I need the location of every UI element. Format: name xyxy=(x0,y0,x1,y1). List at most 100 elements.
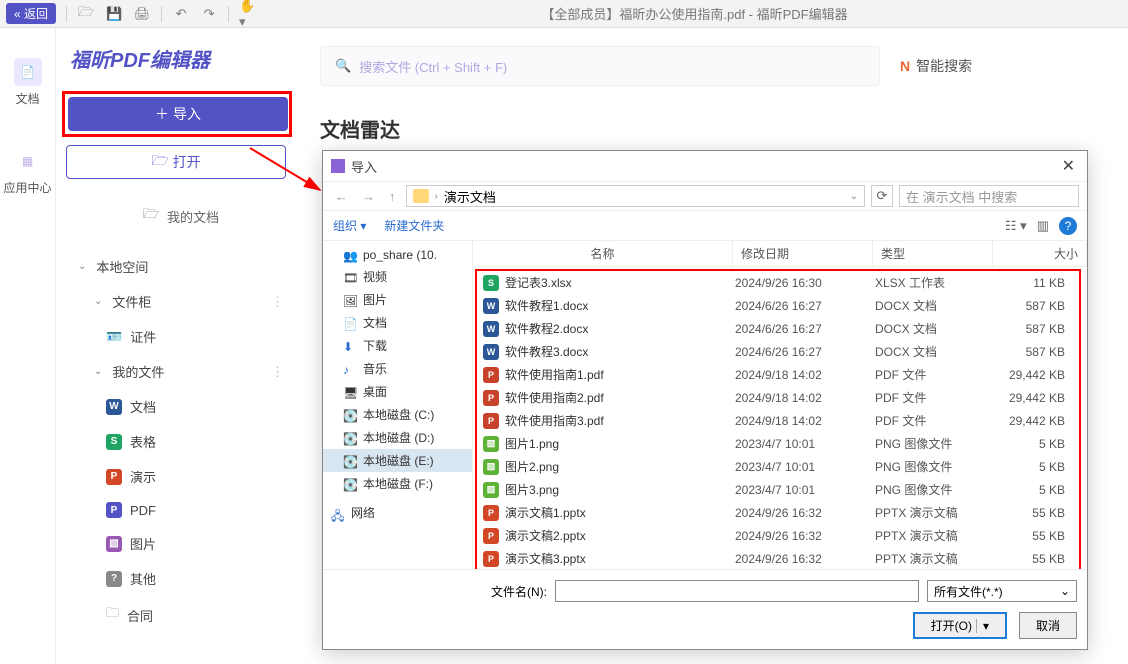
dialog-nav: ← → ↑ › 演示文档 ⌄ ⟳ 在 演示文档 中搜索 xyxy=(323,181,1087,211)
dialog-close-button[interactable]: ✕ xyxy=(1058,156,1079,176)
print-icon[interactable]: 🖨 xyxy=(133,5,151,23)
organize-menu[interactable]: 组织 ▾ xyxy=(333,217,366,234)
tree-po-share[interactable]: 👥po_share (10. xyxy=(323,245,472,265)
search-input[interactable]: 🔍 搜索文件 (Ctrl + Shift + F) xyxy=(320,46,880,86)
file-row[interactable]: ▧图片2.png2023/4/7 10:01PNG 图像文件5 KB xyxy=(477,455,1079,478)
chevron-down-icon: ▾ xyxy=(976,619,989,633)
docs-icon: 📄 xyxy=(343,317,357,329)
app-logo: 福昕PDF编辑器 xyxy=(66,44,296,73)
music-icon: ♪ xyxy=(343,363,357,375)
rail-apps-label: 应用中心 xyxy=(3,179,51,196)
save-icon[interactable]: 💾 xyxy=(105,5,123,23)
network-icon: 🖧 xyxy=(331,507,345,519)
nav-cabinet[interactable]: ⌄文件柜⋮ xyxy=(66,284,296,319)
file-row[interactable]: P软件使用指南2.pdf2024/9/18 14:02PDF 文件29,442 … xyxy=(477,386,1079,409)
file-row[interactable]: ▧图片1.png2023/4/7 10:01PNG 图像文件5 KB xyxy=(477,432,1079,455)
nav-slide[interactable]: P演示 xyxy=(66,459,296,494)
file-row[interactable]: P软件使用指南1.pdf2024/9/18 14:02PDF 文件29,442 … xyxy=(477,363,1079,386)
file-row[interactable]: W软件教程3.docx2024/6/26 16:27DOCX 文档587 KB xyxy=(477,340,1079,363)
file-row[interactable]: W软件教程2.docx2024/6/26 16:27DOCX 文档587 KB xyxy=(477,317,1079,340)
nav-forward-icon[interactable]: → xyxy=(358,189,379,204)
nav-local[interactable]: ⌄本地空间 xyxy=(66,249,296,284)
dialog-app-icon xyxy=(331,159,345,173)
dialog-cancel-button[interactable]: 取消 xyxy=(1019,612,1077,639)
col-date[interactable]: 修改日期 xyxy=(733,241,873,266)
disk-icon: 💽 xyxy=(343,409,357,421)
tree-desktop[interactable]: 🖥桌面 xyxy=(323,380,472,403)
refresh-button[interactable]: ⟳ xyxy=(871,185,893,207)
tree-disk-d[interactable]: 💽本地磁盘 (D:) xyxy=(323,426,472,449)
tree-docs[interactable]: 📄文档 xyxy=(323,311,472,334)
video-icon: 🎞 xyxy=(343,271,357,283)
filter-dropdown[interactable]: 所有文件(*.*)⌄ xyxy=(927,580,1077,602)
nav-pdf[interactable]: PPDF xyxy=(66,494,296,526)
import-dialog: 导入 ✕ ← → ↑ › 演示文档 ⌄ ⟳ 在 演示文档 中搜索 组织 ▾ 新建… xyxy=(322,150,1088,650)
col-type[interactable]: 类型 xyxy=(873,241,993,266)
hand-tool-icon[interactable]: ✋▾ xyxy=(239,5,257,23)
document-icon: 📄 xyxy=(14,58,42,86)
undo-icon[interactable]: ↶ xyxy=(172,5,190,23)
file-row[interactable]: W软件教程1.docx2024/6/26 16:27DOCX 文档587 KB xyxy=(477,294,1079,317)
nav-myfiles[interactable]: ⌄我的文件⋮ xyxy=(66,354,296,389)
file-row[interactable]: P演示文稿2.pptx2024/9/26 16:32PPTX 演示文稿55 KB xyxy=(477,524,1079,547)
nav-sheet[interactable]: S表格 xyxy=(66,424,296,459)
col-name[interactable]: 名称 xyxy=(473,241,733,266)
breadcrumb-current: 演示文档 xyxy=(444,187,496,206)
open-button[interactable]: 🗁 打开 xyxy=(66,145,286,179)
folder-open-icon[interactable]: 🗁 xyxy=(77,5,95,23)
smart-search-button[interactable]: N 智能搜索 xyxy=(900,56,972,76)
apps-icon: ▦ xyxy=(13,147,41,175)
tree-disk-f[interactable]: 💽本地磁盘 (F:) xyxy=(323,472,472,495)
nav-mydocs[interactable]: 🗁 我的文档 xyxy=(66,197,296,235)
file-list: 名称 修改日期 类型 大小 S登记表3.xlsx2024/9/26 16:30X… xyxy=(473,241,1087,569)
chevron-down-icon[interactable]: ⌄ xyxy=(850,191,858,202)
dialog-search-input[interactable]: 在 演示文档 中搜索 xyxy=(899,185,1079,207)
nav-other[interactable]: ?其他 xyxy=(66,561,296,596)
tree-music[interactable]: ♪音乐 xyxy=(323,357,472,380)
file-list-header[interactable]: 名称 修改日期 类型 大小 xyxy=(473,241,1087,267)
preview-pane-button[interactable]: ▥ xyxy=(1037,218,1049,234)
nav-back-icon[interactable]: ← xyxy=(331,189,352,204)
nav-up-icon[interactable]: ↑ xyxy=(385,189,400,204)
tree-disk-c[interactable]: 💽本地磁盘 (C:) xyxy=(323,403,472,426)
tree-video[interactable]: 🎞视频 xyxy=(323,265,472,288)
chevron-down-icon: ⌄ xyxy=(1060,584,1070,598)
filename-label: 文件名(N): xyxy=(491,583,547,600)
download-icon: ⬇ xyxy=(343,340,357,352)
filename-input[interactable] xyxy=(555,580,919,602)
col-size[interactable]: 大小 xyxy=(993,241,1087,266)
file-row[interactable]: ▧图片3.png2023/4/7 10:01PNG 图像文件5 KB xyxy=(477,478,1079,501)
sidebar: 福昕PDF编辑器 ＋ 导入 🗁 打开 🗁 我的文档 ⌄本地空间 ⌄文件柜⋮ 🪪 … xyxy=(56,28,306,664)
nav-contract[interactable]: 🗀合同 xyxy=(66,596,296,634)
window-toolbar: « 返回 🗁 💾 🖨 ↶ ↷ ✋▾ 【全部成员】福昕办公使用指南.pdf - 福… xyxy=(0,0,1128,28)
help-icon[interactable]: ? xyxy=(1059,217,1077,235)
rail-apps[interactable]: ▦ 应用中心 xyxy=(3,147,51,196)
view-mode-button[interactable]: ☷ ▾ xyxy=(1005,218,1027,234)
file-row[interactable]: S登记表3.xlsx2024/9/26 16:30XLSX 工作表11 KB xyxy=(477,271,1079,294)
file-row[interactable]: P软件使用指南3.pdf2024/9/18 14:02PDF 文件29,442 … xyxy=(477,409,1079,432)
dialog-footer: 文件名(N): 所有文件(*.*)⌄ 打开(O) ▾ 取消 xyxy=(323,569,1087,649)
tree-network[interactable]: 🖧网络 xyxy=(323,501,472,524)
import-button[interactable]: ＋ 导入 xyxy=(68,97,288,131)
image-icon: 🖼 xyxy=(343,294,357,306)
nav-image[interactable]: ▧图片 xyxy=(66,526,296,561)
redo-icon[interactable]: ↷ xyxy=(200,5,218,23)
tree-download[interactable]: ⬇下载 xyxy=(323,334,472,357)
dialog-open-button[interactable]: 打开(O) ▾ xyxy=(913,612,1007,639)
newfolder-button[interactable]: 新建文件夹 xyxy=(384,217,444,234)
file-row[interactable]: P演示文稿1.pptx2024/9/26 16:32PPTX 演示文稿55 KB xyxy=(477,501,1079,524)
folder-icon xyxy=(413,189,429,203)
nav-cert[interactable]: 🪪 证件 xyxy=(66,319,296,354)
dialog-title: 导入 xyxy=(351,157,377,176)
tree-image[interactable]: 🖼图片 xyxy=(323,288,472,311)
rail-docs[interactable]: 📄 文档 xyxy=(14,58,42,107)
back-button[interactable]: « 返回 xyxy=(6,3,56,24)
file-row[interactable]: P演示文稿3.pptx2024/9/26 16:32PPTX 演示文稿55 KB xyxy=(477,547,1079,569)
highlight-import: ＋ 导入 xyxy=(62,91,292,137)
dialog-titlebar: 导入 ✕ xyxy=(323,151,1087,181)
smart-search-label: 智能搜索 xyxy=(916,56,972,76)
nav-word[interactable]: W文档 xyxy=(66,389,296,424)
section-radar-title: 文档雷达 xyxy=(320,114,1128,143)
tree-disk-e[interactable]: 💽本地磁盘 (E:) xyxy=(323,449,472,472)
breadcrumb[interactable]: › 演示文档 ⌄ xyxy=(406,185,866,207)
